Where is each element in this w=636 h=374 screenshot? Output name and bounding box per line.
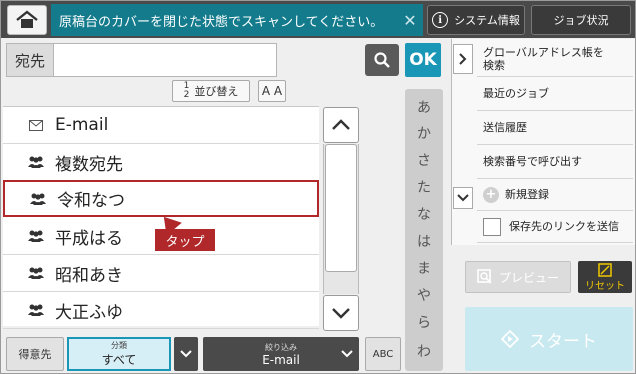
- preview-label: プレビュー: [498, 270, 559, 285]
- list-item-label: 複数宛先: [55, 154, 123, 175]
- menu-send-history[interactable]: 送信履歴: [477, 111, 633, 145]
- list-item[interactable]: 昭和あき: [3, 255, 319, 292]
- destination-search-input[interactable]: [53, 43, 277, 77]
- list-item-label: 昭和あき: [55, 265, 123, 286]
- list-item-label: 大正ふゆ: [55, 302, 123, 323]
- chevron-down-icon: [457, 194, 469, 202]
- job-status-label: ジョブ状況: [553, 14, 609, 27]
- list-item-label: E-mail: [55, 115, 109, 135]
- start-button[interactable]: スタート: [465, 307, 633, 371]
- home-icon: [16, 10, 38, 28]
- list-item-label: 平成はる: [55, 228, 123, 249]
- address-list: E-mail 複数宛先 令和なつ 平成はる 昭和あき 大正ふゆ: [3, 106, 319, 329]
- list-item-label: 令和なつ: [57, 191, 125, 211]
- chevron-right-icon: [459, 53, 467, 65]
- kana-index-item[interactable]: た: [405, 177, 443, 197]
- kana-index-item[interactable]: わ: [405, 341, 443, 361]
- group-icon: [27, 303, 45, 317]
- message-text: 原稿台のカバーを閉じた状態でスキャンしてください。: [59, 14, 384, 30]
- menu-call-by-number[interactable]: 検索番号で呼び出す: [477, 145, 633, 179]
- kana-index-item[interactable]: ら: [405, 312, 443, 332]
- start-icon: [501, 330, 519, 348]
- list-item-selected[interactable]: 令和なつ: [3, 180, 319, 217]
- system-info-label: システム情報: [454, 14, 520, 27]
- kana-index-item[interactable]: は: [405, 231, 443, 251]
- reset-icon: [598, 262, 612, 277]
- start-label: スタート: [529, 331, 597, 352]
- header-bar: 原稿台のカバーを閉じた状態でスキャンしてください。 ✕ i システム情報 ジョブ…: [1, 1, 635, 38]
- search-button[interactable]: [365, 44, 399, 76]
- info-icon: i: [432, 12, 449, 28]
- scroll-down-button[interactable]: [323, 295, 359, 331]
- system-info-button[interactable]: i システム情報: [427, 5, 525, 35]
- kana-index[interactable]: あ か さ た な は ま や ら わ: [405, 89, 443, 371]
- classification-caption: 分類: [111, 341, 127, 350]
- send-link-checkbox[interactable]: [483, 217, 501, 236]
- classification-value: すべて: [101, 353, 137, 367]
- chevron-up-icon: [332, 119, 350, 130]
- search-icon: [374, 52, 390, 68]
- scroll-up-button[interactable]: [323, 107, 359, 143]
- preview-button[interactable]: プレビュー: [465, 261, 571, 293]
- reset-label: リセット: [585, 280, 625, 292]
- list-item[interactable]: E-mail: [3, 107, 319, 144]
- group-icon: [29, 192, 47, 206]
- app-screen: 原稿台のカバーを閉じた状態でスキャンしてください。 ✕ i システム情報 ジョブ…: [0, 0, 636, 374]
- collapse-panel-button[interactable]: [453, 187, 473, 209]
- font-size-button[interactable]: A A: [258, 80, 286, 102]
- add-icon: +: [483, 186, 499, 203]
- tap-callout: タップ: [155, 229, 215, 251]
- kana-index-item[interactable]: か: [405, 123, 443, 143]
- list-item[interactable]: 大正ふゆ: [3, 292, 319, 329]
- group-icon: [27, 229, 45, 243]
- abc-button[interactable]: ABC: [365, 337, 401, 371]
- job-status-button[interactable]: ジョブ状況: [531, 5, 631, 35]
- chevron-down-icon: [332, 308, 350, 319]
- home-button[interactable]: [7, 5, 47, 35]
- close-icon[interactable]: ✕: [397, 11, 423, 30]
- group-icon: [27, 155, 45, 169]
- sort-icon: 12: [183, 81, 190, 100]
- favorites-button[interactable]: 得意先: [6, 337, 64, 371]
- menu-recent-jobs[interactable]: 最近のジョブ: [477, 77, 633, 111]
- menu-new-registration-label: 新規登録: [505, 188, 549, 201]
- classification-dropdown-button[interactable]: [174, 337, 198, 371]
- scroll-thumb[interactable]: [325, 144, 357, 272]
- sort-label: 並び替え: [194, 85, 239, 98]
- kana-index-item[interactable]: ま: [405, 258, 443, 278]
- reset-button[interactable]: リセット: [578, 261, 632, 293]
- preview-icon: [477, 269, 492, 284]
- chevron-down-icon: [341, 350, 353, 358]
- ok-button[interactable]: OK: [405, 43, 441, 77]
- message-banner: 原稿台のカバーを閉じた状態でスキャンしてください。 ✕: [51, 4, 423, 36]
- classification-select[interactable]: 分類 すべて: [67, 337, 171, 371]
- expand-panel-button[interactable]: [453, 44, 473, 74]
- menu-new-registration[interactable]: + 新規登録: [477, 179, 633, 211]
- kana-index-item[interactable]: や: [405, 285, 443, 305]
- sort-button[interactable]: 12 並び替え: [172, 80, 250, 102]
- filter-caption: 絞り込み: [265, 342, 297, 352]
- filter-value: E-mail: [262, 352, 300, 367]
- menu-global-address-search[interactable]: グローバルアドレス帳を 検索: [477, 41, 633, 77]
- menu-send-link-label: 保存先のリンクを送信: [509, 220, 619, 233]
- kana-index-item[interactable]: あ: [405, 97, 443, 117]
- font-size-icon: A A: [261, 84, 283, 98]
- filter-select[interactable]: 絞り込み E-mail: [203, 337, 359, 371]
- group-icon: [27, 266, 45, 280]
- kana-index-item[interactable]: さ: [405, 150, 443, 170]
- kana-index-item[interactable]: な: [405, 204, 443, 224]
- menu-send-link-toggle[interactable]: 保存先のリンクを送信: [477, 211, 633, 243]
- envelope-icon: [27, 118, 45, 132]
- list-item[interactable]: 複数宛先: [3, 144, 319, 181]
- chevron-down-icon: [180, 350, 192, 358]
- destination-label: 宛先: [6, 43, 54, 77]
